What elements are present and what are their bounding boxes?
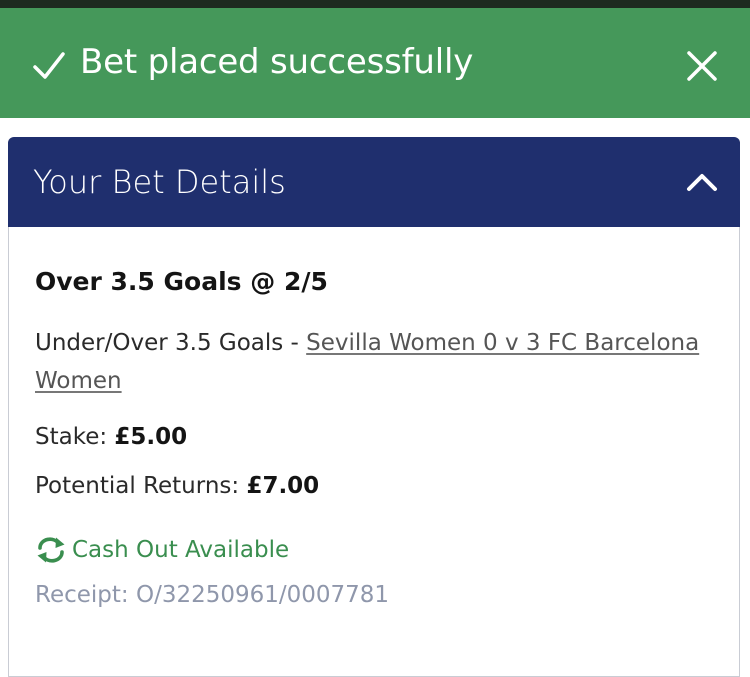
checkmark-icon	[33, 52, 65, 79]
stake-row: Stake: £5.00	[35, 420, 187, 454]
receipt-number: Receipt: O/32250961/0007781	[35, 582, 390, 608]
potential-returns-value: £7.00	[246, 473, 320, 499]
market-name: Under/Over 3.5 Goals -	[35, 330, 307, 356]
potential-returns-row: Potential Returns: £7.00	[35, 469, 319, 503]
chevron-up-icon[interactable]	[682, 165, 722, 197]
cash-out-label: Cash Out Available	[72, 537, 290, 563]
bet-details-header[interactable]: Your Bet Details	[8, 137, 740, 227]
stake-value: £5.00	[114, 424, 188, 450]
bet-details-title: Your Bet Details	[33, 163, 286, 201]
refresh-icon	[37, 537, 65, 563]
success-message: Bet placed successfully	[80, 42, 474, 82]
potential-returns-label: Potential Returns:	[35, 473, 247, 499]
top-edge-strip	[0, 0, 750, 8]
market-description: Under/Over 3.5 Goals - Sevilla Women 0 v…	[35, 324, 715, 400]
close-icon[interactable]	[682, 46, 722, 86]
success-banner: Bet placed successfully	[0, 8, 750, 118]
bet-selection: Over 3.5 Goals @ 2/5	[35, 267, 328, 296]
bet-details-card: Your Bet Details Over 3.5 Goals @ 2/5 Un…	[8, 137, 740, 677]
stake-label: Stake:	[35, 424, 115, 450]
